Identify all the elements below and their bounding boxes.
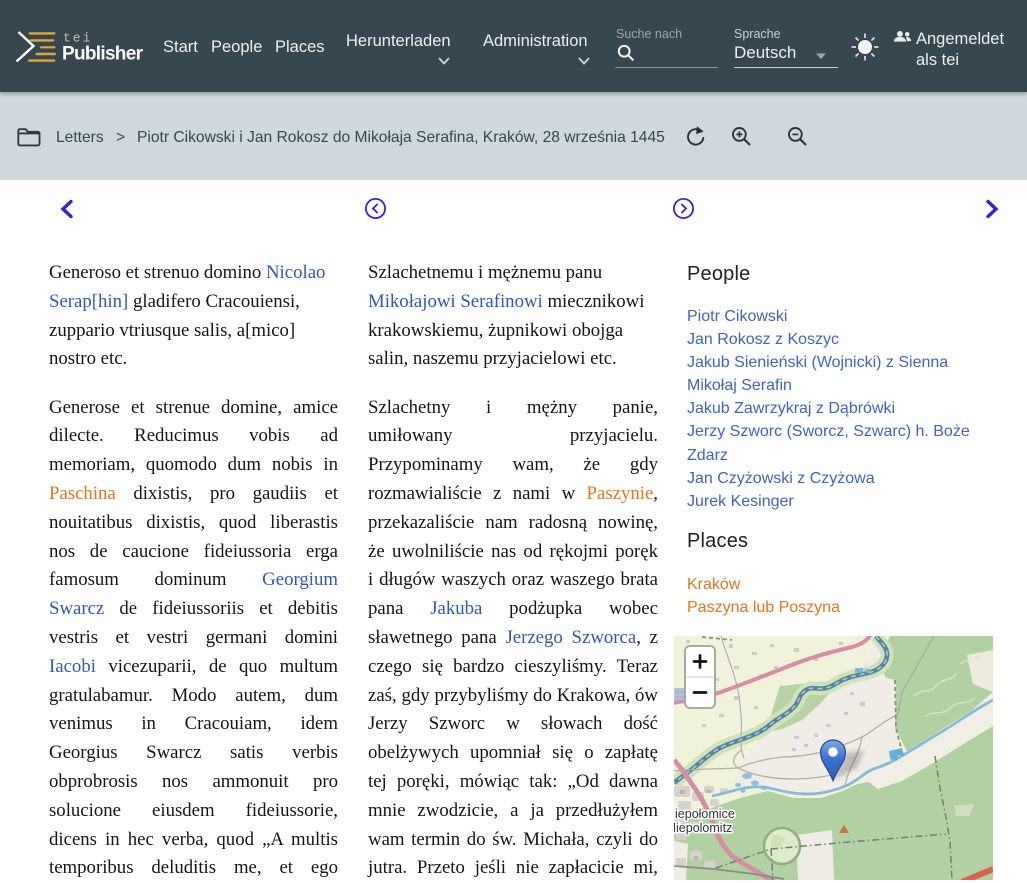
svg-text:Publisher: Publisher: [62, 44, 144, 65]
svg-text:Niepolomitz: Niepolomitz: [674, 821, 732, 835]
svg-text:Niepołomice: Niepołomice: [674, 807, 735, 821]
